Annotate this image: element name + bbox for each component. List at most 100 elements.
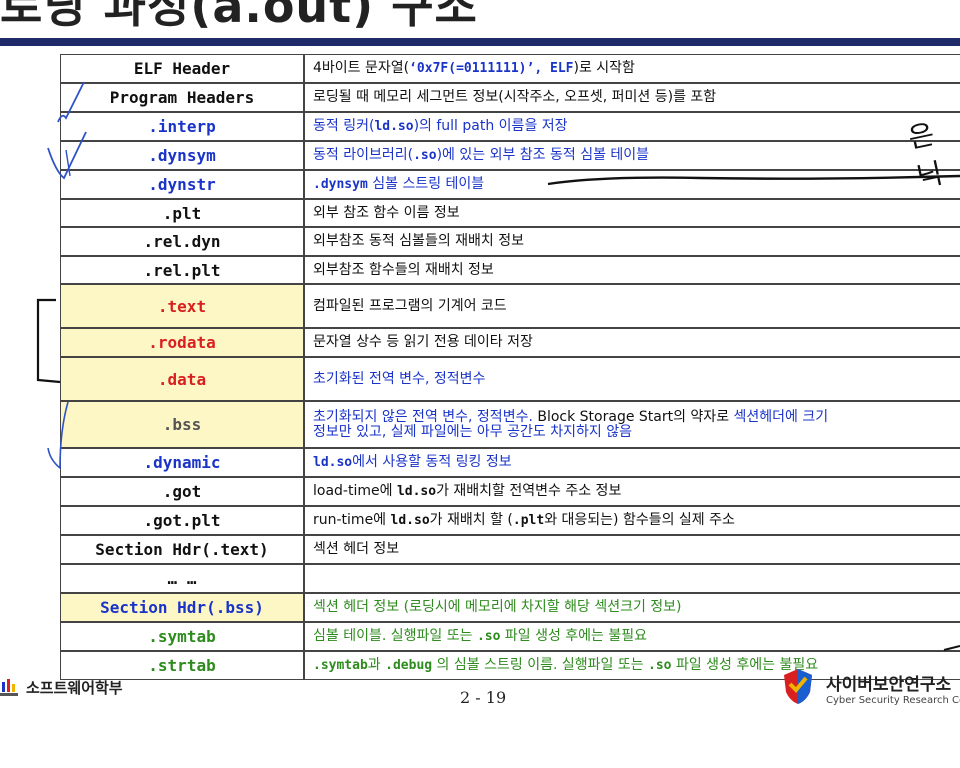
section-description-cell: load-time에 ld.so가 재배치할 전역변수 주소 정보 — [304, 477, 960, 506]
text-fragment: 가 재배치할 전역변수 주소 정보 — [436, 483, 622, 499]
text-fragment: 외부참조 함수들의 재배치 정보 — [313, 261, 494, 278]
section-name-cell: .text — [60, 284, 304, 328]
page-title: 로딩 과정(a.out) 구조 — [0, 0, 478, 33]
section-name-cell: Program Headers — [60, 83, 304, 112]
code-fragment: .plt — [512, 513, 545, 528]
section-description-cell — [304, 564, 960, 593]
text-fragment: run-time에 — [313, 512, 391, 528]
section-name-cell: .symtab — [60, 622, 304, 651]
section-description-cell: 4바이트 문자열(‘0x7F(=0111111)’, ELF)로 시작함 — [304, 54, 960, 83]
title-underline-bar — [0, 38, 960, 46]
text-fragment: 외부 참조 함수 이름 정보 — [313, 204, 460, 221]
research-center-subtitle: Cyber Security Research Center — [826, 695, 960, 706]
description-text: 외부참조 동적 심볼들의 재배치 정보 — [313, 234, 524, 249]
text-fragment: 가 재배치 할 ( — [429, 512, 513, 528]
section-name-cell: Section Hdr(.bss) — [60, 593, 304, 622]
code-fragment: .debug — [385, 658, 433, 673]
table-row: .rodata 문자열 상수 등 읽기 전용 데이타 저장 — [60, 328, 960, 357]
code-fragment: ‘0x7F(=0111111)’, ELF — [409, 61, 574, 76]
shield-logo-icon — [778, 666, 818, 710]
text-fragment: 로딩될 때 메모리 세그먼트 정보(시작주소, 오프셋, 퍼미션 등)를 포함 — [313, 89, 717, 105]
table-row: .rel.dyn 외부참조 동적 심볼들의 재배치 정보 — [60, 227, 960, 256]
description-text: 초기화된 전역 변수, 정적변수 — [313, 371, 485, 387]
code-fragment: ld.so — [396, 484, 437, 499]
text-fragment: 섹션 헤더 정보 — [313, 541, 400, 557]
text-fragment: )의 full path 이름을 저장 — [413, 118, 568, 134]
description-text: 로딩될 때 메모리 세그먼트 정보(시작주소, 오프셋, 퍼미션 등)를 포함 — [313, 90, 716, 105]
bracket-ink — [36, 298, 61, 384]
text-fragment: )에 있는 외부 참조 동적 심볼 테이블 — [436, 147, 650, 163]
code-fragment: ld.so — [390, 513, 430, 528]
text-fragment: 의 심볼 스트링 이름. 실행파일 또는 — [432, 657, 649, 673]
section-description-cell: 외부 참조 함수 이름 정보 — [304, 199, 960, 227]
section-description-cell: 초기화된 전역 변수, 정적변수 — [304, 357, 960, 401]
footer-left: 소프트웨어학부 — [0, 676, 123, 698]
text-fragment: load-time에 — [313, 483, 397, 499]
text-fragment: 섹션 헤더 정보 (로딩시에 메모리에 차지할 해당 섹션크기 정보) — [313, 599, 682, 615]
table-row: .rel.plt 외부참조 함수들의 재배치 정보 — [60, 256, 960, 284]
code-fragment: ld.so — [374, 119, 414, 134]
description-text: 4바이트 문자열(‘0x7F(=0111111)’, ELF)로 시작함 — [313, 60, 635, 77]
code-fragment: .so — [413, 148, 437, 163]
section-description-cell: 로딩될 때 메모리 세그먼트 정보(시작주소, 오프셋, 퍼미션 등)를 포함 — [304, 83, 960, 112]
section-name-cell: Section Hdr(.text) — [60, 535, 304, 564]
section-description-cell: 외부참조 함수들의 재배치 정보 — [304, 256, 960, 284]
table-row: .bss 초기화되지 않은 전역 변수, 정적변수. Block Storage … — [60, 401, 960, 448]
description-text: 동적 라이브러리(.so)에 있는 외부 참조 동적 심볼 테이블 — [313, 147, 650, 164]
description-text: 동적 링커(ld.so)의 full path 이름을 저장 — [313, 118, 568, 135]
description-text: .symtab과 .debug 의 심볼 스트링 이름. 실행파일 또는 .so… — [313, 657, 818, 674]
table-row: Section Hdr(.bss) 섹션 헤더 정보 (로딩시에 메모리에 차지할… — [60, 593, 960, 622]
table-row: .got load-time에 ld.so가 재배치할 전역변수 주소 정보 — [60, 477, 960, 506]
section-description-cell: 초기화되지 않은 전역 변수, 정적변수. Block Storage Star… — [304, 401, 960, 448]
code-fragment: .symtab — [313, 658, 368, 673]
page-number: 2 - 19 — [460, 688, 507, 707]
section-name-cell: .dynamic — [60, 448, 304, 477]
table-row: .got.plt run-time에 ld.so가 재배치 할 (.plt와 대응… — [60, 506, 960, 535]
section-name-cell: .rel.dyn — [60, 227, 304, 256]
section-name-cell: .rodata — [60, 328, 304, 357]
text-fragment: 와 대응되는) 함수들의 실제 주소 — [544, 512, 735, 528]
code-fragment: .dynsym — [313, 177, 368, 192]
section-name-cell: .rel.plt — [60, 256, 304, 284]
department-label: 소프트웨어학부 — [26, 678, 123, 697]
section-description-cell: 심볼 테이블. 실행파일 또는 .so 파일 생성 후에는 불필요 — [304, 622, 960, 651]
table-row: ELF Header 4바이트 문자열(‘0x7F(=0111111)’, ELF… — [60, 54, 960, 83]
description-text: 심볼 테이블. 실행파일 또는 .so 파일 생성 후에는 불필요 — [313, 628, 648, 645]
text-fragment: 동적 링커( — [313, 118, 375, 134]
section-name-cell: .plt — [60, 199, 304, 227]
section-description-cell: 컴파일된 프로그램의 기계어 코드 — [304, 284, 960, 328]
text-fragment: 파일 생성 후에는 불필요 — [500, 628, 648, 644]
text-fragment: 컴파일된 프로그램의 기계어 코드 — [313, 297, 507, 314]
section-description-cell: 동적 라이브러리(.so)에 있는 외부 참조 동적 심볼 테이블 — [304, 141, 960, 170]
text-fragment: 초기화되지 않은 전역 변수, 정적변수. — [313, 408, 538, 425]
text-fragment: 에서 사용할 동적 링킹 정보 — [352, 454, 512, 470]
footer-right: 사이버보안연구소 Cyber Security Research Center — [778, 666, 960, 710]
table-row: Program Headers 로딩될 때 메모리 세그먼트 정보(시작주소, 오… — [60, 83, 960, 112]
table-row: .dynstr .dynsym 심볼 스트링 테이블 — [60, 170, 960, 199]
text-fragment: 과 — [367, 657, 386, 673]
section-description-cell: .dynsym 심볼 스트링 테이블 — [304, 170, 960, 199]
text-fragment: 외부참조 동적 심볼들의 재배치 정보 — [313, 233, 524, 249]
description-text: 섹션 헤더 정보 (로딩시에 메모리에 차지할 해당 섹션크기 정보) — [313, 600, 682, 615]
text-fragment: 정보만 있고, 실제 파일에는 아무 공간도 차지하지 않음 — [313, 423, 632, 440]
section-name-cell: … … — [60, 564, 304, 593]
text-fragment: 4바이트 문자열( — [313, 60, 410, 76]
description-text: 외부참조 함수들의 재배치 정보 — [313, 261, 494, 278]
description-text: 컴파일된 프로그램의 기계어 코드 — [313, 297, 507, 314]
text-fragment: 문자열 상수 등 읽기 전용 데이타 저장 — [313, 334, 533, 350]
section-name-cell: .interp — [60, 112, 304, 141]
section-description-cell: 문자열 상수 등 읽기 전용 데이타 저장 — [304, 328, 960, 357]
description-text: .dynsym 심볼 스트링 테이블 — [313, 177, 484, 193]
code-fragment: .so — [476, 629, 501, 644]
section-name-cell: .dynsym — [60, 141, 304, 170]
code-fragment: .so — [648, 658, 672, 673]
description-text: 초기화되지 않은 전역 변수, 정적변수. Block Storage Star… — [313, 408, 828, 440]
text-fragment: )로 시작함 — [573, 60, 635, 76]
section-description-cell: 외부참조 동적 심볼들의 재배치 정보 — [304, 227, 960, 256]
school-logo-icon — [0, 676, 22, 698]
description-text: 외부 참조 함수 이름 정보 — [313, 204, 460, 221]
description-text: 섹션 헤더 정보 — [313, 542, 399, 557]
section-description-cell: 섹션 헤더 정보 — [304, 535, 960, 564]
table-row: .data 초기화된 전역 변수, 정적변수 — [60, 357, 960, 401]
section-description-cell: 동적 링커(ld.so)의 full path 이름을 저장 — [304, 112, 960, 141]
